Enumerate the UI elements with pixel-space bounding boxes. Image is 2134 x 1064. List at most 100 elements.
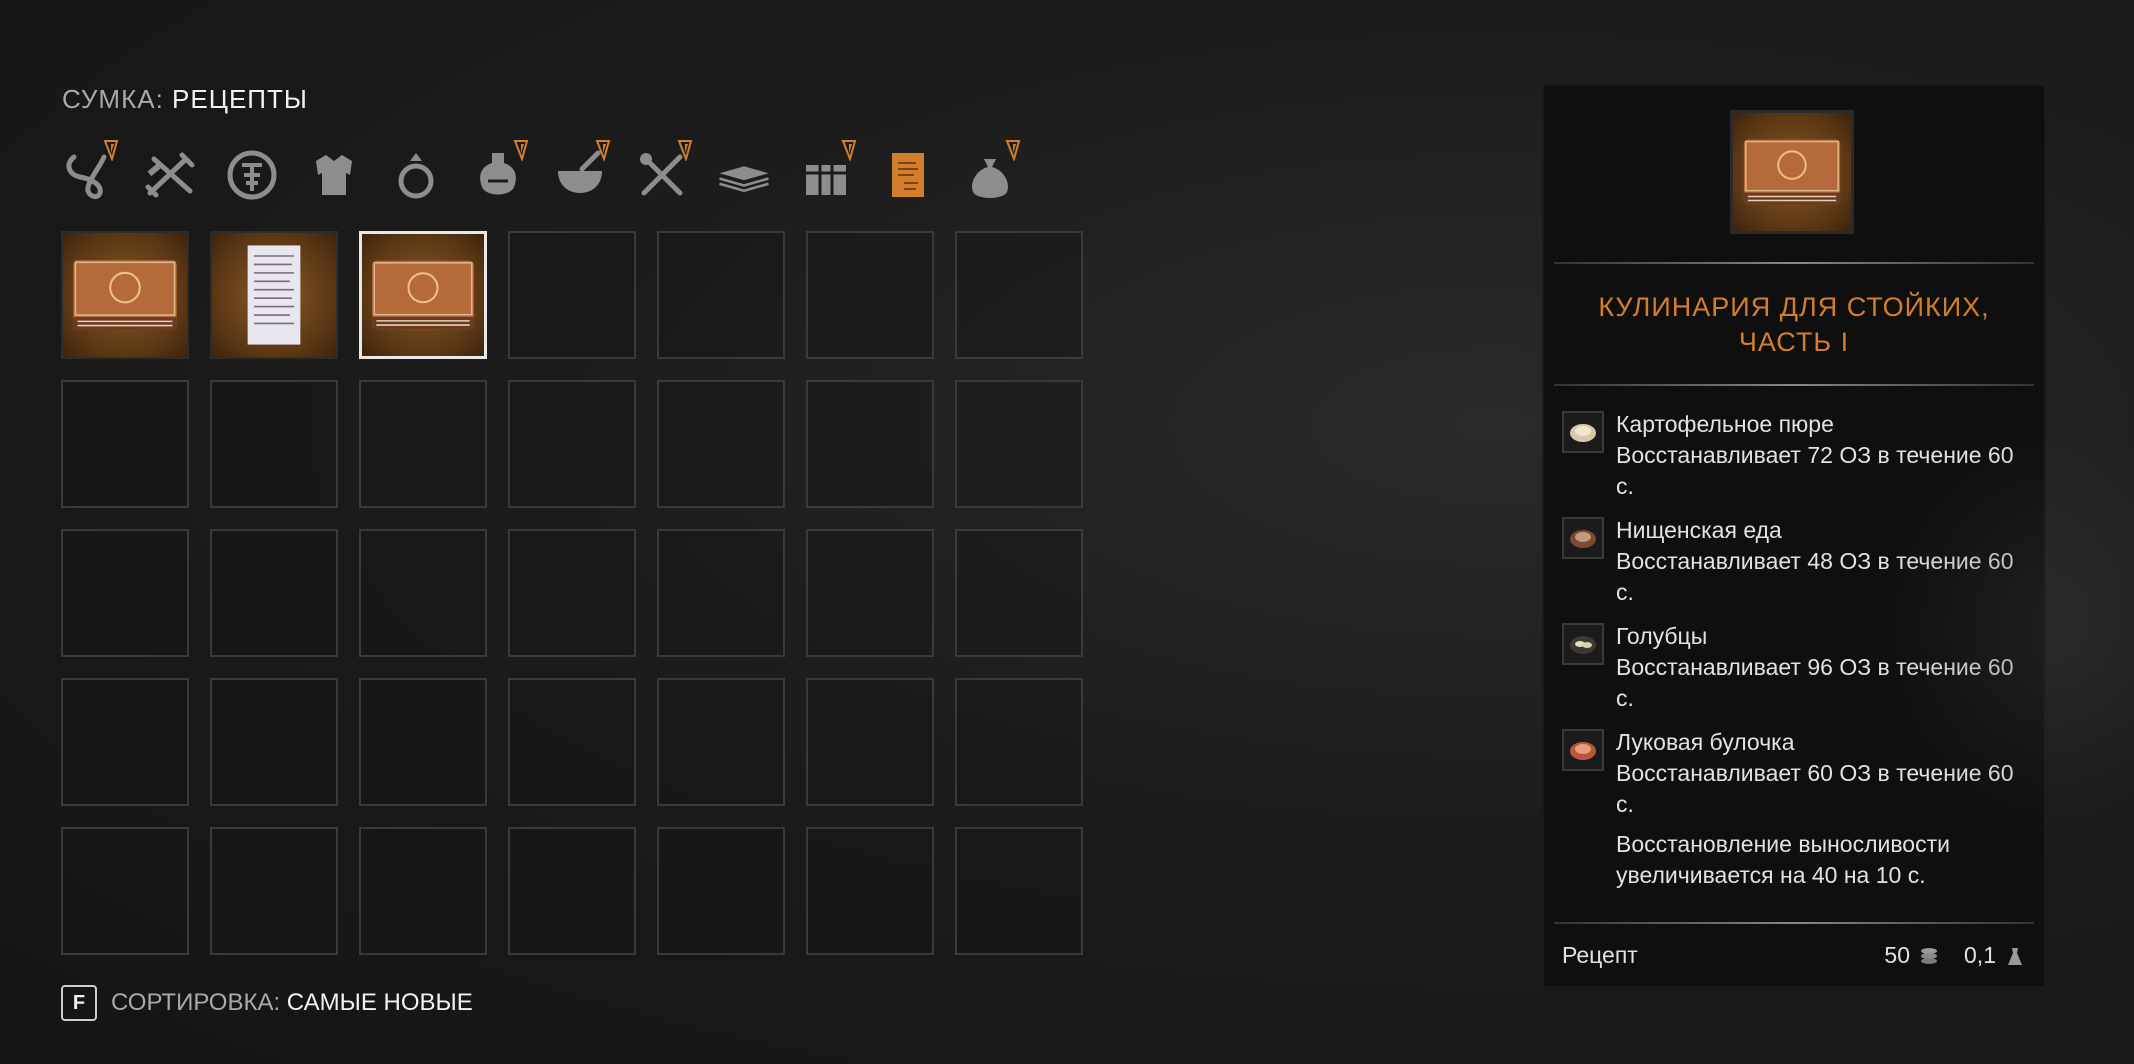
inventory-slot-empty[interactable]: [359, 678, 487, 806]
inventory-slot-empty[interactable]: [806, 678, 934, 806]
effect-name: Картофельное пюре: [1616, 411, 1834, 437]
armor-icon: [316, 155, 352, 195]
inventory-slot-empty[interactable]: [955, 231, 1083, 359]
bag-label: СУМКА:: [62, 84, 164, 114]
tab-rope[interactable]: [58, 140, 119, 207]
weight-icon: [2008, 947, 2022, 965]
inventory-slot-empty[interactable]: [61, 529, 189, 657]
recipe-scroll-icon: [892, 153, 924, 197]
inventory-slot-empty[interactable]: [508, 678, 636, 806]
sort-value: САМЫЕ НОВЫЕ: [286, 989, 473, 1016]
item-title-line1: КУЛИНАРИЯ ДЛЯ СТОЙКИХ,: [1598, 292, 1990, 322]
book-icon: [372, 260, 474, 330]
tab-chests[interactable]: [796, 140, 857, 207]
sort-control[interactable]: F СОРТИРОВКА: САМЫЕ НОВЫЕ: [61, 985, 473, 1021]
inventory-slot-empty[interactable]: [210, 827, 338, 955]
effect-item: Нищенская еда Восстанавливает 48 ОЗ в те…: [1562, 515, 2032, 608]
inventory-slot-empty[interactable]: [210, 529, 338, 657]
effect-bonus: Восстановление выносливости увеличиваетс…: [1616, 831, 1950, 888]
tab-tools[interactable]: [632, 140, 693, 207]
item-title-line2: ЧАСТЬ I: [1738, 327, 1850, 357]
new-marker-icon: [513, 140, 529, 161]
inventory-slot-empty[interactable]: [657, 380, 785, 508]
effect-desc: Восстанавливает 96 ОЗ в течение 60 с.: [1616, 654, 2014, 711]
book-icon: [1743, 139, 1841, 205]
item-footer: Рецепт 50 0,1: [1562, 942, 2026, 969]
item-detail-panel: КУЛИНАРИЯ ДЛЯ СТОЙКИХ, ЧАСТЬ I Картофель…: [1542, 84, 2046, 988]
inventory-slot-empty[interactable]: [508, 529, 636, 657]
bag-category: РЕЦЕПТЫ: [172, 84, 308, 114]
tab-alchemy[interactable]: [550, 140, 611, 207]
divider: [1554, 262, 2034, 264]
books-icon: [719, 166, 769, 193]
mashed-potato-icon: [1562, 411, 1604, 453]
effect-item: Луковая булочка Восстанавливает 60 ОЗ в …: [1562, 727, 2032, 820]
inventory-grid: [61, 231, 1083, 955]
inventory-slot-empty[interactable]: [657, 529, 785, 657]
item-title: КУЛИНАРИЯ ДЛЯ СТОЙКИХ, ЧАСТЬ I: [1562, 290, 2026, 360]
inventory-slot-empty[interactable]: [955, 678, 1083, 806]
tab-books[interactable]: [714, 143, 774, 207]
inventory-slot-empty[interactable]: [806, 231, 934, 359]
tab-misc[interactable]: [960, 140, 1021, 207]
recipe-effects: Картофельное пюре Восстанавливает 72 ОЗ …: [1562, 409, 2032, 891]
tab-rings[interactable]: [386, 143, 446, 207]
inventory-slot-empty[interactable]: [806, 380, 934, 508]
new-marker-icon: [103, 140, 119, 161]
bag-title: СУМКА: РЕЦЕПТЫ: [62, 84, 308, 115]
ring-icon: [398, 153, 434, 199]
item-thumbnail: [1730, 110, 1854, 234]
book-icon: [73, 260, 177, 330]
inventory-slot-empty[interactable]: [955, 380, 1083, 508]
sort-label: СОРТИРОВКА:: [111, 989, 281, 1016]
weight-value: 0,1: [1964, 942, 1996, 968]
new-marker-icon: [677, 140, 693, 161]
inventory-slot-empty[interactable]: [210, 678, 338, 806]
tab-potions[interactable]: [468, 140, 529, 207]
onion-bun-icon: [1562, 729, 1604, 771]
tab-emblems[interactable]: [222, 143, 282, 207]
effect-desc: Восстанавливает 72 ОЗ в течение 60 с.: [1616, 442, 2014, 499]
inventory-slot-empty[interactable]: [508, 231, 636, 359]
inventory-slot-empty[interactable]: [508, 827, 636, 955]
emblem-icon: [227, 150, 277, 200]
new-marker-icon: [595, 140, 611, 161]
inventory-slot-empty[interactable]: [806, 529, 934, 657]
effect-name: Голубцы: [1616, 623, 1708, 649]
effect-name: Луковая булочка: [1616, 729, 1795, 755]
inventory-slot-empty[interactable]: [61, 678, 189, 806]
item-type: Рецепт: [1562, 942, 1638, 968]
inventory-slot-empty[interactable]: [657, 827, 785, 955]
inventory-slot-book[interactable]: [61, 231, 189, 359]
effect-name: Нищенская еда: [1616, 517, 1782, 543]
inventory-slot-empty[interactable]: [657, 678, 785, 806]
new-marker-icon: [841, 140, 857, 161]
tab-weapons[interactable]: [140, 143, 200, 207]
inventory-slot-empty[interactable]: [657, 231, 785, 359]
divider: [1554, 922, 2034, 924]
effect-item: Картофельное пюре Восстанавливает 72 ОЗ …: [1562, 409, 2032, 502]
inventory-slot-empty[interactable]: [359, 827, 487, 955]
inventory-slot-empty[interactable]: [359, 380, 487, 508]
category-tabs: [58, 140, 1038, 210]
inventory-slot-empty[interactable]: [955, 827, 1083, 955]
inventory-slot-empty[interactable]: [61, 380, 189, 508]
effect-item: Голубцы Восстанавливает 96 ОЗ в течение …: [1562, 621, 2032, 714]
tab-armor[interactable]: [304, 143, 364, 207]
divider: [1554, 384, 2034, 386]
tab-recipes[interactable]: [878, 143, 938, 207]
inventory-slot-empty[interactable]: [806, 827, 934, 955]
item-weight: 0,1: [1964, 942, 2026, 969]
inventory-slot-empty[interactable]: [61, 827, 189, 955]
new-marker-icon: [1005, 140, 1021, 161]
inventory-slot-empty[interactable]: [955, 529, 1083, 657]
effect-desc: Восстанавливает 60 ОЗ в течение 60 с.: [1616, 760, 2014, 817]
coins-icon: [1921, 947, 1938, 964]
inventory-slot-book-selected[interactable]: [359, 231, 487, 359]
inventory-slot-empty[interactable]: [210, 380, 338, 508]
inventory-slot-scroll[interactable]: [210, 231, 338, 359]
inventory-slot-empty[interactable]: [508, 380, 636, 508]
scroll-icon: [247, 245, 301, 345]
crossed-weapons-icon: [145, 152, 195, 198]
inventory-slot-empty[interactable]: [359, 529, 487, 657]
